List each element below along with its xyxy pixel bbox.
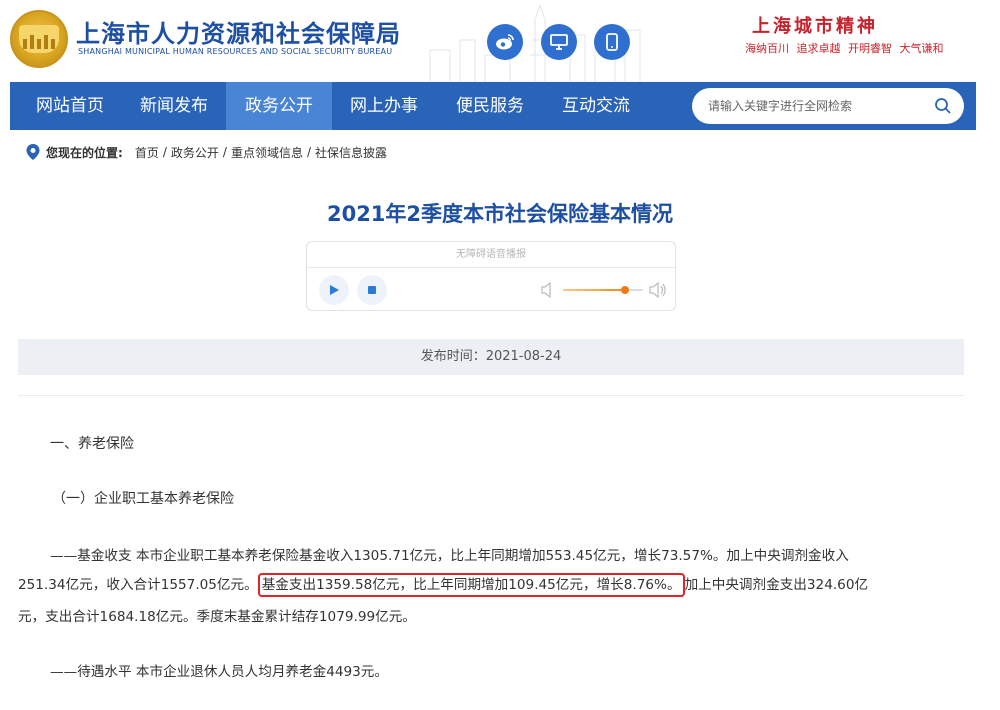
nav-item-news[interactable]: 新闻发布 xyxy=(124,82,224,130)
subsection-heading: （一）企业职工基本养老保险 xyxy=(52,491,234,507)
volume-fill xyxy=(563,289,626,291)
breadcrumb-separator: / xyxy=(222,145,227,159)
paragraph-line: ——待遇水平 本市企业退休人员人均月养老金4493元。 xyxy=(50,664,388,680)
breadcrumb-separator: / xyxy=(306,145,311,159)
volume-high-icon[interactable] xyxy=(649,282,667,298)
audio-player: 无障碍语音播报 xyxy=(306,241,676,311)
page-title: 2021年2季度本市社会保险基本情况 xyxy=(326,202,674,226)
breadcrumb-key-areas[interactable]: 重点领域信息 xyxy=(231,144,303,161)
nav-item-home[interactable]: 网站首页 xyxy=(20,82,120,130)
nav-item-interaction[interactable]: 互动交流 xyxy=(546,82,646,130)
search-input[interactable] xyxy=(708,88,928,124)
weibo-icon[interactable] xyxy=(487,24,523,60)
breadcrumb-gov-affairs[interactable]: 政务公开 xyxy=(171,144,219,161)
breadcrumb-home[interactable]: 首页 xyxy=(135,144,159,161)
publish-time: 发布时间：2021-08-24 xyxy=(18,339,964,375)
site-name[interactable]: 上海市人力资源和社会保障局 xyxy=(76,14,401,49)
paragraph-line: ——基金收支 本市企业职工基本养老保险基金收入1305.71亿元，比上年同期增加… xyxy=(50,548,849,564)
player-label: 无障碍语音播报 xyxy=(307,242,675,268)
mobile-icon[interactable] xyxy=(594,24,630,60)
nav-item-gov-affairs[interactable]: 政务公开 xyxy=(226,82,332,130)
city-spirit-motto: 海纳百川 追求卓越 开明睿智 大气谦和 xyxy=(745,42,944,55)
site-header: 上海市人力资源和社会保障局 SHANGHAI MUNICIPAL HUMAN R… xyxy=(0,0,1000,82)
nav-item-public-services[interactable]: 便民服务 xyxy=(440,82,540,130)
volume-knob[interactable] xyxy=(621,286,630,294)
play-icon xyxy=(330,285,339,295)
section-heading: 一、养老保险 xyxy=(50,436,134,452)
site-name-english: SHANGHAI MUNICIPAL HUMAN RESOURCES AND S… xyxy=(78,47,393,56)
highlighted-text: 基金支出1359.58亿元，比上年同期增加109.45亿元，增长8.76%。 xyxy=(257,573,685,597)
paragraph-text: 251.34亿元，收入合计1557.05亿元。 xyxy=(18,577,258,593)
breadcrumb-separator: / xyxy=(162,145,167,159)
paragraph-text: 加上中央调剂金支出324.60亿 xyxy=(684,577,869,593)
volume-slider[interactable] xyxy=(563,286,643,294)
volume-low-icon[interactable] xyxy=(541,282,555,298)
nav-item-online-services[interactable]: 网上办事 xyxy=(334,82,434,130)
paragraph-line: 元，支出合计1684.18亿元。季度末基金累计结存1079.99亿元。 xyxy=(18,609,416,625)
breadcrumb-label: 您现在的位置: xyxy=(46,145,123,160)
stop-icon xyxy=(368,286,376,294)
city-spirit-title: 上海城市精神 xyxy=(752,16,878,37)
location-pin-icon xyxy=(26,144,40,160)
bureau-emblem-icon[interactable] xyxy=(10,10,68,68)
search-icon[interactable] xyxy=(934,97,952,115)
content-divider xyxy=(18,395,964,396)
breadcrumb-social-security-disclosure[interactable]: 社保信息披露 xyxy=(315,144,387,161)
paragraph-line: 251.34亿元，收入合计1557.05亿元。 基金支出1359.58亿元，比上年… xyxy=(18,573,869,597)
monitor-icon[interactable] xyxy=(541,24,577,60)
main-nav: 网站首页 新闻发布 政务公开 网上办事 便民服务 互动交流 xyxy=(10,82,976,130)
play-button[interactable] xyxy=(319,275,349,305)
search-box xyxy=(692,88,964,124)
breadcrumb: 您现在的位置: 首页 / 政务公开 / 重点领域信息 / 社保信息披露 xyxy=(26,143,387,161)
stop-button[interactable] xyxy=(357,275,387,305)
